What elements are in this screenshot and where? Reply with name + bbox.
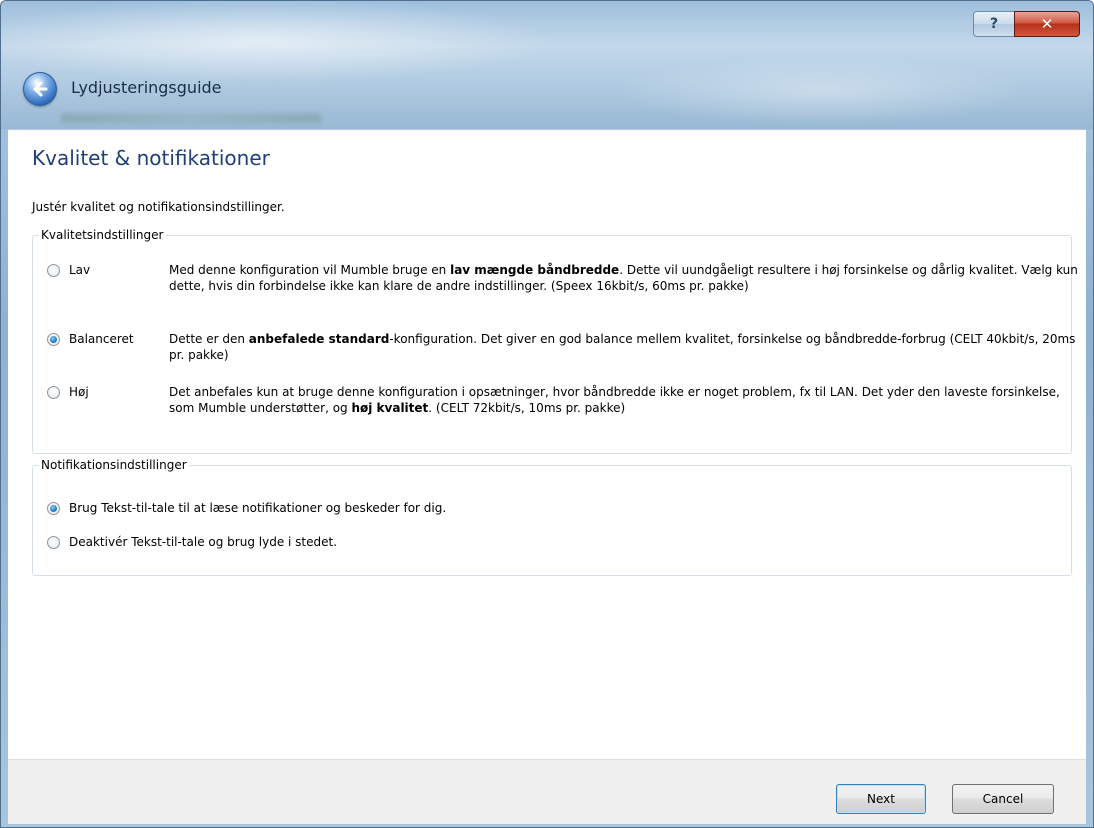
radio-sounds[interactable] <box>47 536 60 549</box>
notification-settings-group: Notifikationsindstillinger Brug Tekst-ti… <box>32 458 1072 576</box>
wizard-content: Kvalitet & notifikationer Justér kvalite… <box>8 129 1086 760</box>
wizard-footer: Next Cancel <box>8 759 1086 824</box>
quality-option-label[interactable]: Balanceret <box>69 331 169 347</box>
wizard-window: ? ✕ Lydjusteringsguide Kvalitet & notifi… <box>0 0 1094 828</box>
next-button-label: Next <box>867 792 895 806</box>
help-button[interactable]: ? <box>973 11 1015 37</box>
title-bar <box>1 1 1093 129</box>
quality-option-high[interactable]: Høj Det anbefales kun at bruge denne kon… <box>47 384 1079 416</box>
desc-bold-text: høj kvalitet <box>351 401 429 415</box>
close-button[interactable]: ✕ <box>1014 11 1080 37</box>
quality-option-low[interactable]: Lav Med denne konfiguration vil Mumble b… <box>47 262 1079 294</box>
quality-option-label[interactable]: Høj <box>69 384 169 400</box>
close-icon: ✕ <box>1040 15 1054 33</box>
cancel-button[interactable]: Cancel <box>952 784 1054 814</box>
desc-text: . (CELT 72kbit/s, 10ms pr. pakke) <box>428 401 626 415</box>
radio-low[interactable] <box>47 264 60 277</box>
quality-settings-legend: Kvalitetsindstillinger <box>41 228 164 242</box>
back-button[interactable] <box>23 72 57 106</box>
quality-settings-group: Kvalitetsindstillinger Lav Med denne kon… <box>32 228 1078 454</box>
quality-option-description: Med denne konfiguration vil Mumble bruge… <box>169 262 1079 294</box>
radio-balanced[interactable] <box>47 333 60 346</box>
notify-option-tts[interactable]: Brug Tekst-til-tale til at læse notifika… <box>47 500 446 515</box>
radio-high[interactable] <box>47 386 60 399</box>
notify-option-label[interactable]: Deaktivér Tekst-til-tale og brug lyde i … <box>69 535 337 549</box>
notify-option-sounds[interactable]: Deaktivér Tekst-til-tale og brug lyde i … <box>47 534 337 549</box>
wizard-title: Lydjusteringsguide <box>71 78 222 97</box>
quality-option-description: Dette er den anbefalede standard-konfigu… <box>169 331 1079 363</box>
desc-bold-text: lav mængde båndbredde <box>450 263 620 277</box>
desc-bold-text: anbefalede standard <box>248 332 390 346</box>
help-icon: ? <box>989 16 999 32</box>
quality-option-label[interactable]: Lav <box>69 262 169 278</box>
page-subtitle: Justér kvalitet og notifikationsindstill… <box>32 200 285 214</box>
cancel-button-label: Cancel <box>982 792 1024 806</box>
quality-option-description: Det anbefales kun at bruge denne konfigu… <box>169 384 1079 416</box>
next-button[interactable]: Next <box>836 784 926 814</box>
aero-background-blur <box>61 113 321 123</box>
desc-text: Med denne konfiguration vil Mumble bruge… <box>169 263 451 277</box>
back-arrow-icon <box>33 81 48 97</box>
page-title: Kvalitet & notifikationer <box>32 146 270 170</box>
quality-option-balanced[interactable]: Balanceret Dette er den anbefalede stand… <box>47 331 1079 363</box>
desc-text: Dette er den <box>169 332 249 346</box>
notify-option-label[interactable]: Brug Tekst-til-tale til at læse notifika… <box>69 501 446 515</box>
notification-settings-legend: Notifikationsindstillinger <box>41 458 187 472</box>
radio-tts[interactable] <box>47 502 60 515</box>
